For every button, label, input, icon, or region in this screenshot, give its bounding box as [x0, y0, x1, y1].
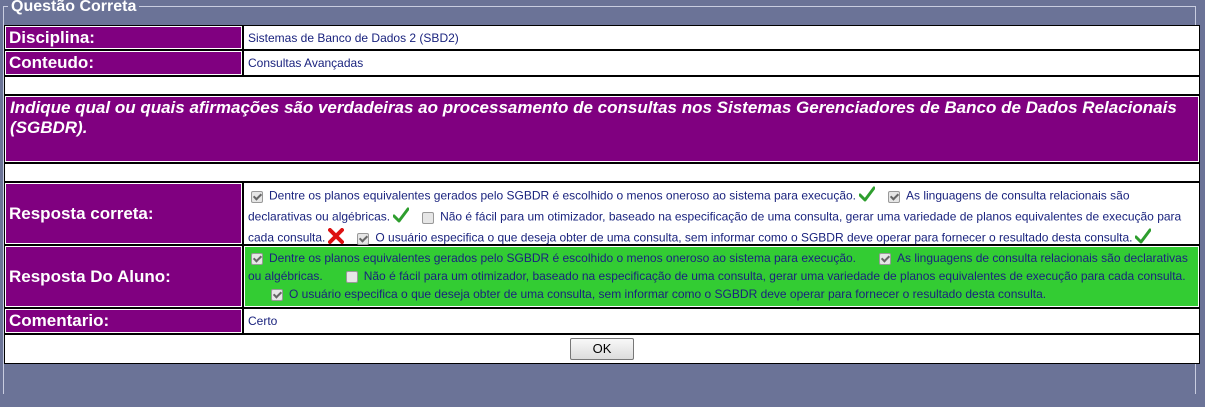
- student-answer-checkbox[interactable]: [271, 288, 283, 301]
- content-value: Consultas Avançadas: [243, 50, 1200, 76]
- student-answer-option-text: O usuário especifica o que deseja obter …: [289, 287, 1047, 301]
- content-label: Conteudo:: [4, 50, 243, 76]
- correct-answer-options: Dentre os planos equivalentes gerados pe…: [243, 182, 1200, 245]
- ok-button[interactable]: OK: [570, 338, 634, 360]
- spacer-row: [4, 76, 1200, 95]
- student-answer-option-text: Dentre os planos equivalentes gerados pe…: [269, 251, 857, 265]
- comment-value: Certo: [243, 308, 1200, 334]
- student-answer-options: Dentre os planos equivalentes gerados pe…: [243, 245, 1200, 308]
- correct-answer-checkbox[interactable]: [888, 190, 901, 203]
- fieldset-legend: Questão Correta: [8, 0, 140, 15]
- question-table: Disciplina: Sistemas de Banco de Dados 2…: [4, 25, 1200, 365]
- student-answer-checkbox[interactable]: [345, 270, 358, 283]
- correct-answer-checkbox[interactable]: [422, 211, 435, 224]
- correct-answer-checkbox[interactable]: [357, 232, 370, 245]
- question-text: Indique qual ou quais afirmações são ver…: [4, 95, 1200, 163]
- spacer-row: [4, 163, 1200, 182]
- student-answer-checkbox[interactable]: [251, 252, 263, 265]
- comment-label: Comentario:: [4, 308, 243, 334]
- checkmark-icon: [858, 186, 876, 207]
- correct-answer-checkbox[interactable]: [251, 190, 263, 203]
- student-answer-checkbox[interactable]: [879, 252, 892, 265]
- correct-answer-label: Resposta correta:: [4, 182, 243, 245]
- discipline-label: Disciplina:: [4, 25, 243, 50]
- discipline-value: Sistemas de Banco de Dados 2 (SBD2): [243, 25, 1200, 50]
- checkmark-icon: [392, 207, 410, 228]
- correct-answer-option-text: Dentre os planos equivalentes gerados pe…: [269, 188, 857, 203]
- button-row: OK: [4, 334, 1200, 364]
- student-answer-label: Resposta Do Aluno:: [4, 245, 243, 308]
- student-answer-option-text: Não é fácil para um otimizador, baseado …: [363, 269, 1186, 283]
- correct-answer-option-text: O usuário especifica o que deseja obter …: [375, 230, 1133, 245]
